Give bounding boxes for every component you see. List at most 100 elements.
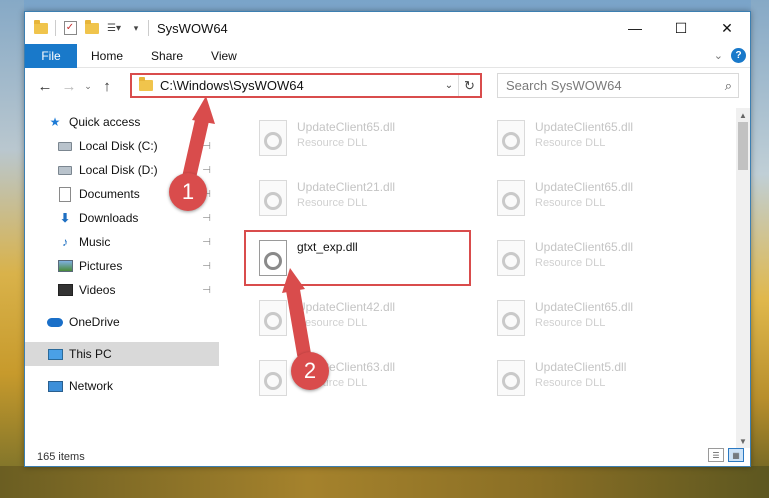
pin-icon: ⊣ bbox=[202, 212, 211, 224]
file-item[interactable]: UpdateClient63.dll Resource DLL bbox=[245, 354, 475, 406]
navigation-pane: ★ Quick access Local Disk (C:) ⊣ Local D… bbox=[25, 108, 219, 440]
file-type: Resource DLL bbox=[535, 377, 606, 389]
details-view-icon[interactable]: ☰ bbox=[708, 448, 724, 462]
properties-check-icon[interactable]: ✓ bbox=[62, 20, 78, 36]
close-button[interactable]: ✕ bbox=[704, 12, 750, 44]
tab-view[interactable]: View bbox=[197, 44, 251, 68]
maximize-button[interactable]: ☐ bbox=[658, 12, 704, 44]
dll-file-icon bbox=[257, 300, 289, 340]
scroll-up-icon[interactable]: ▲ bbox=[736, 108, 750, 122]
search-input[interactable]: Search SysWOW64 ⌕ bbox=[497, 73, 739, 98]
nav-item-label: Pictures bbox=[79, 259, 123, 273]
ribbon-tabs: File Home Share View ⌄ ? bbox=[25, 43, 750, 68]
new-folder-icon[interactable] bbox=[84, 19, 100, 36]
folder-icon bbox=[139, 77, 153, 91]
minimize-button[interactable]: — bbox=[612, 12, 658, 44]
nav-item-label: Videos bbox=[79, 283, 116, 297]
nav-item-network[interactable]: Network bbox=[47, 374, 219, 398]
address-bar[interactable]: C:\Windows\SysWOW64 ⌄ ↻ bbox=[130, 73, 482, 98]
pin-icon: ⊣ bbox=[202, 140, 211, 152]
documents-icon bbox=[57, 186, 73, 202]
pin-icon: ⊣ bbox=[202, 236, 211, 248]
nav-item-label: Network bbox=[69, 379, 114, 393]
address-dropdown-button[interactable]: ⌄ bbox=[440, 80, 458, 91]
scroll-down-icon[interactable]: ▼ bbox=[736, 434, 750, 448]
status-bar: 165 items ☰ ▦ bbox=[25, 448, 750, 466]
desktop-background-left bbox=[0, 0, 24, 498]
drive-icon bbox=[57, 138, 73, 154]
music-icon: ♪ bbox=[62, 235, 68, 249]
window-title: SysWOW64 bbox=[157, 20, 228, 36]
large-icons-view-icon[interactable]: ▦ bbox=[728, 448, 744, 462]
pin-icon: ⊣ bbox=[202, 260, 211, 272]
item-count: 165 items bbox=[37, 451, 85, 463]
network-icon bbox=[47, 378, 63, 394]
step-1-badge: 1 bbox=[169, 173, 207, 211]
nav-item-quick-access[interactable]: ★ Quick access bbox=[47, 110, 219, 134]
file-name: UpdateClient65.dll bbox=[535, 300, 634, 314]
search-icon[interactable]: ⌕ bbox=[725, 78, 732, 94]
customize-toolbar-icon[interactable]: ☰▾ bbox=[106, 20, 122, 36]
tab-share[interactable]: Share bbox=[137, 44, 197, 68]
pictures-icon bbox=[57, 258, 73, 274]
refresh-button[interactable]: ↻ bbox=[458, 75, 480, 96]
file-type: Resource DLL bbox=[535, 197, 606, 209]
view-buttons: ☰ ▦ bbox=[708, 448, 744, 462]
nav-item-this-pc[interactable]: This PC bbox=[25, 342, 219, 366]
nav-item-pictures[interactable]: Pictures ⊣ bbox=[57, 254, 219, 278]
nav-item-label: Music bbox=[79, 235, 111, 249]
file-item[interactable]: UpdateClient65.dll Resource DLL bbox=[483, 234, 713, 286]
dll-file-icon bbox=[495, 360, 527, 400]
this-pc-icon bbox=[47, 346, 63, 362]
expand-ribbon-icon[interactable]: ⌄ bbox=[714, 49, 723, 62]
file-item[interactable]: UpdateClient65.dll Resource DLL bbox=[245, 114, 475, 166]
nav-item-label: Local Disk (C:) bbox=[79, 139, 158, 153]
help-icon[interactable]: ? bbox=[731, 48, 746, 63]
title-divider bbox=[148, 20, 149, 36]
file-item[interactable]: UpdateClient65.dll Resource DLL bbox=[483, 174, 713, 226]
address-path[interactable]: C:\Windows\SysWOW64 bbox=[160, 78, 440, 93]
file-item[interactable]: UpdateClient5.dll Resource DLL bbox=[483, 354, 713, 406]
file-type: Resource DLL bbox=[297, 317, 368, 329]
file-type: Resource DLL bbox=[297, 137, 368, 149]
folder-icon[interactable] bbox=[33, 19, 49, 36]
star-icon: ★ bbox=[49, 115, 61, 129]
file-name: UpdateClient65.dll bbox=[535, 240, 634, 254]
file-item[interactable]: UpdateClient21.dll Resource DLL bbox=[245, 174, 475, 226]
file-name: UpdateClient5.dll bbox=[535, 360, 627, 374]
file-explorer-window: ✓ ☰▾ ▾ SysWOW64 — ☐ ✕ File Home Share Vi… bbox=[24, 11, 751, 467]
file-item[interactable]: UpdateClient42.dll Resource DLL bbox=[245, 294, 475, 346]
tab-home[interactable]: Home bbox=[77, 44, 137, 68]
back-button[interactable]: ← bbox=[33, 74, 57, 98]
file-name: UpdateClient65.dll bbox=[535, 120, 634, 134]
file-item[interactable]: UpdateClient65.dll Resource DLL bbox=[483, 114, 713, 166]
dll-file-icon bbox=[257, 180, 289, 220]
toolbar-divider bbox=[55, 20, 56, 36]
scrollbar-thumb[interactable] bbox=[738, 122, 748, 170]
recent-locations-button[interactable]: ⌄ bbox=[81, 74, 95, 98]
onedrive-icon bbox=[47, 314, 63, 330]
downloads-icon: ⬇ bbox=[59, 211, 71, 225]
up-button[interactable]: ↑ bbox=[95, 74, 119, 98]
tab-file[interactable]: File bbox=[25, 43, 77, 68]
nav-item-label: Downloads bbox=[79, 211, 139, 225]
nav-item-local-disk-c[interactable]: Local Disk (C:) ⊣ bbox=[57, 134, 219, 158]
videos-icon bbox=[57, 282, 73, 298]
vertical-scrollbar[interactable]: ▲ ▼ bbox=[736, 108, 750, 448]
nav-item-music[interactable]: ♪ Music ⊣ bbox=[57, 230, 219, 254]
nav-item-onedrive[interactable]: OneDrive bbox=[47, 310, 219, 334]
dll-file-icon bbox=[257, 360, 289, 400]
toolbar-dropdown-icon[interactable]: ▾ bbox=[128, 20, 144, 36]
file-item[interactable]: UpdateClient65.dll Resource DLL bbox=[483, 294, 713, 346]
dll-file-icon bbox=[495, 180, 527, 220]
nav-item-label: Documents bbox=[79, 187, 140, 201]
dll-file-icon bbox=[257, 120, 289, 160]
desktop-background-bottom bbox=[0, 466, 769, 498]
dll-file-icon bbox=[495, 240, 527, 280]
file-name: UpdateClient42.dll bbox=[297, 300, 396, 314]
nav-item-label: Quick access bbox=[69, 115, 141, 129]
nav-item-videos[interactable]: Videos ⊣ bbox=[57, 278, 219, 302]
navigation-buttons: ← → ⌄ ↑ bbox=[25, 74, 119, 98]
forward-button[interactable]: → bbox=[57, 74, 81, 98]
file-type: Resource DLL bbox=[297, 197, 368, 209]
